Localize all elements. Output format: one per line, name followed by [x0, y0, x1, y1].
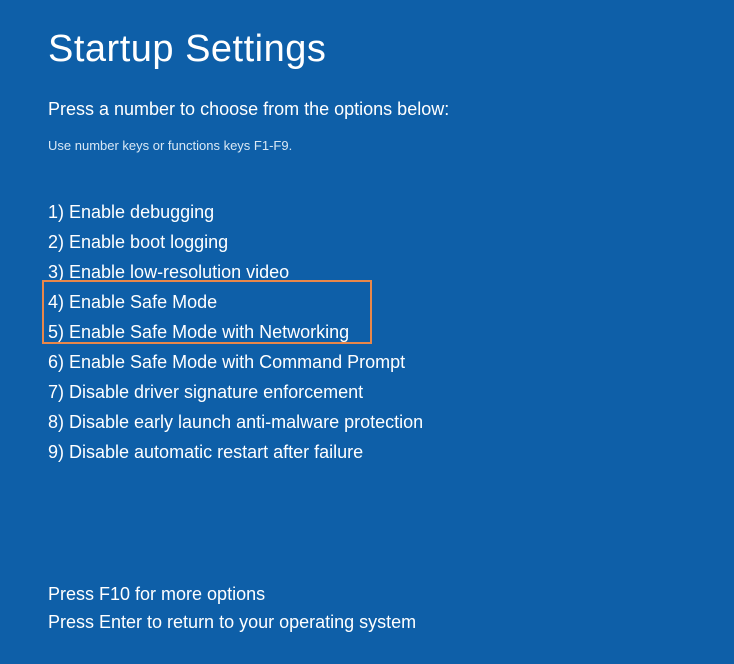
option-3-low-resolution[interactable]: 3) Enable low-resolution video	[48, 257, 686, 287]
footer-enter-text: Press Enter to return to your operating …	[48, 608, 416, 636]
option-2-boot-logging[interactable]: 2) Enable boot logging	[48, 227, 686, 257]
option-6-safe-mode-cmd[interactable]: 6) Enable Safe Mode with Command Prompt	[48, 347, 686, 377]
footer-instructions: Press F10 for more options Press Enter t…	[48, 580, 416, 636]
option-7-driver-signature[interactable]: 7) Disable driver signature enforcement	[48, 377, 686, 407]
footer-f10-text: Press F10 for more options	[48, 580, 416, 608]
option-4-safe-mode[interactable]: 4) Enable Safe Mode	[48, 287, 686, 317]
instruction-text: Press a number to choose from the option…	[48, 99, 686, 120]
hint-text: Use number keys or functions keys F1-F9.	[48, 138, 686, 153]
option-9-auto-restart[interactable]: 9) Disable automatic restart after failu…	[48, 437, 686, 467]
option-1-debugging[interactable]: 1) Enable debugging	[48, 197, 686, 227]
option-8-anti-malware[interactable]: 8) Disable early launch anti-malware pro…	[48, 407, 686, 437]
startup-options-list: 1) Enable debugging 2) Enable boot loggi…	[48, 197, 686, 467]
option-5-safe-mode-networking[interactable]: 5) Enable Safe Mode with Networking	[48, 317, 686, 347]
page-title: Startup Settings	[48, 28, 686, 71]
